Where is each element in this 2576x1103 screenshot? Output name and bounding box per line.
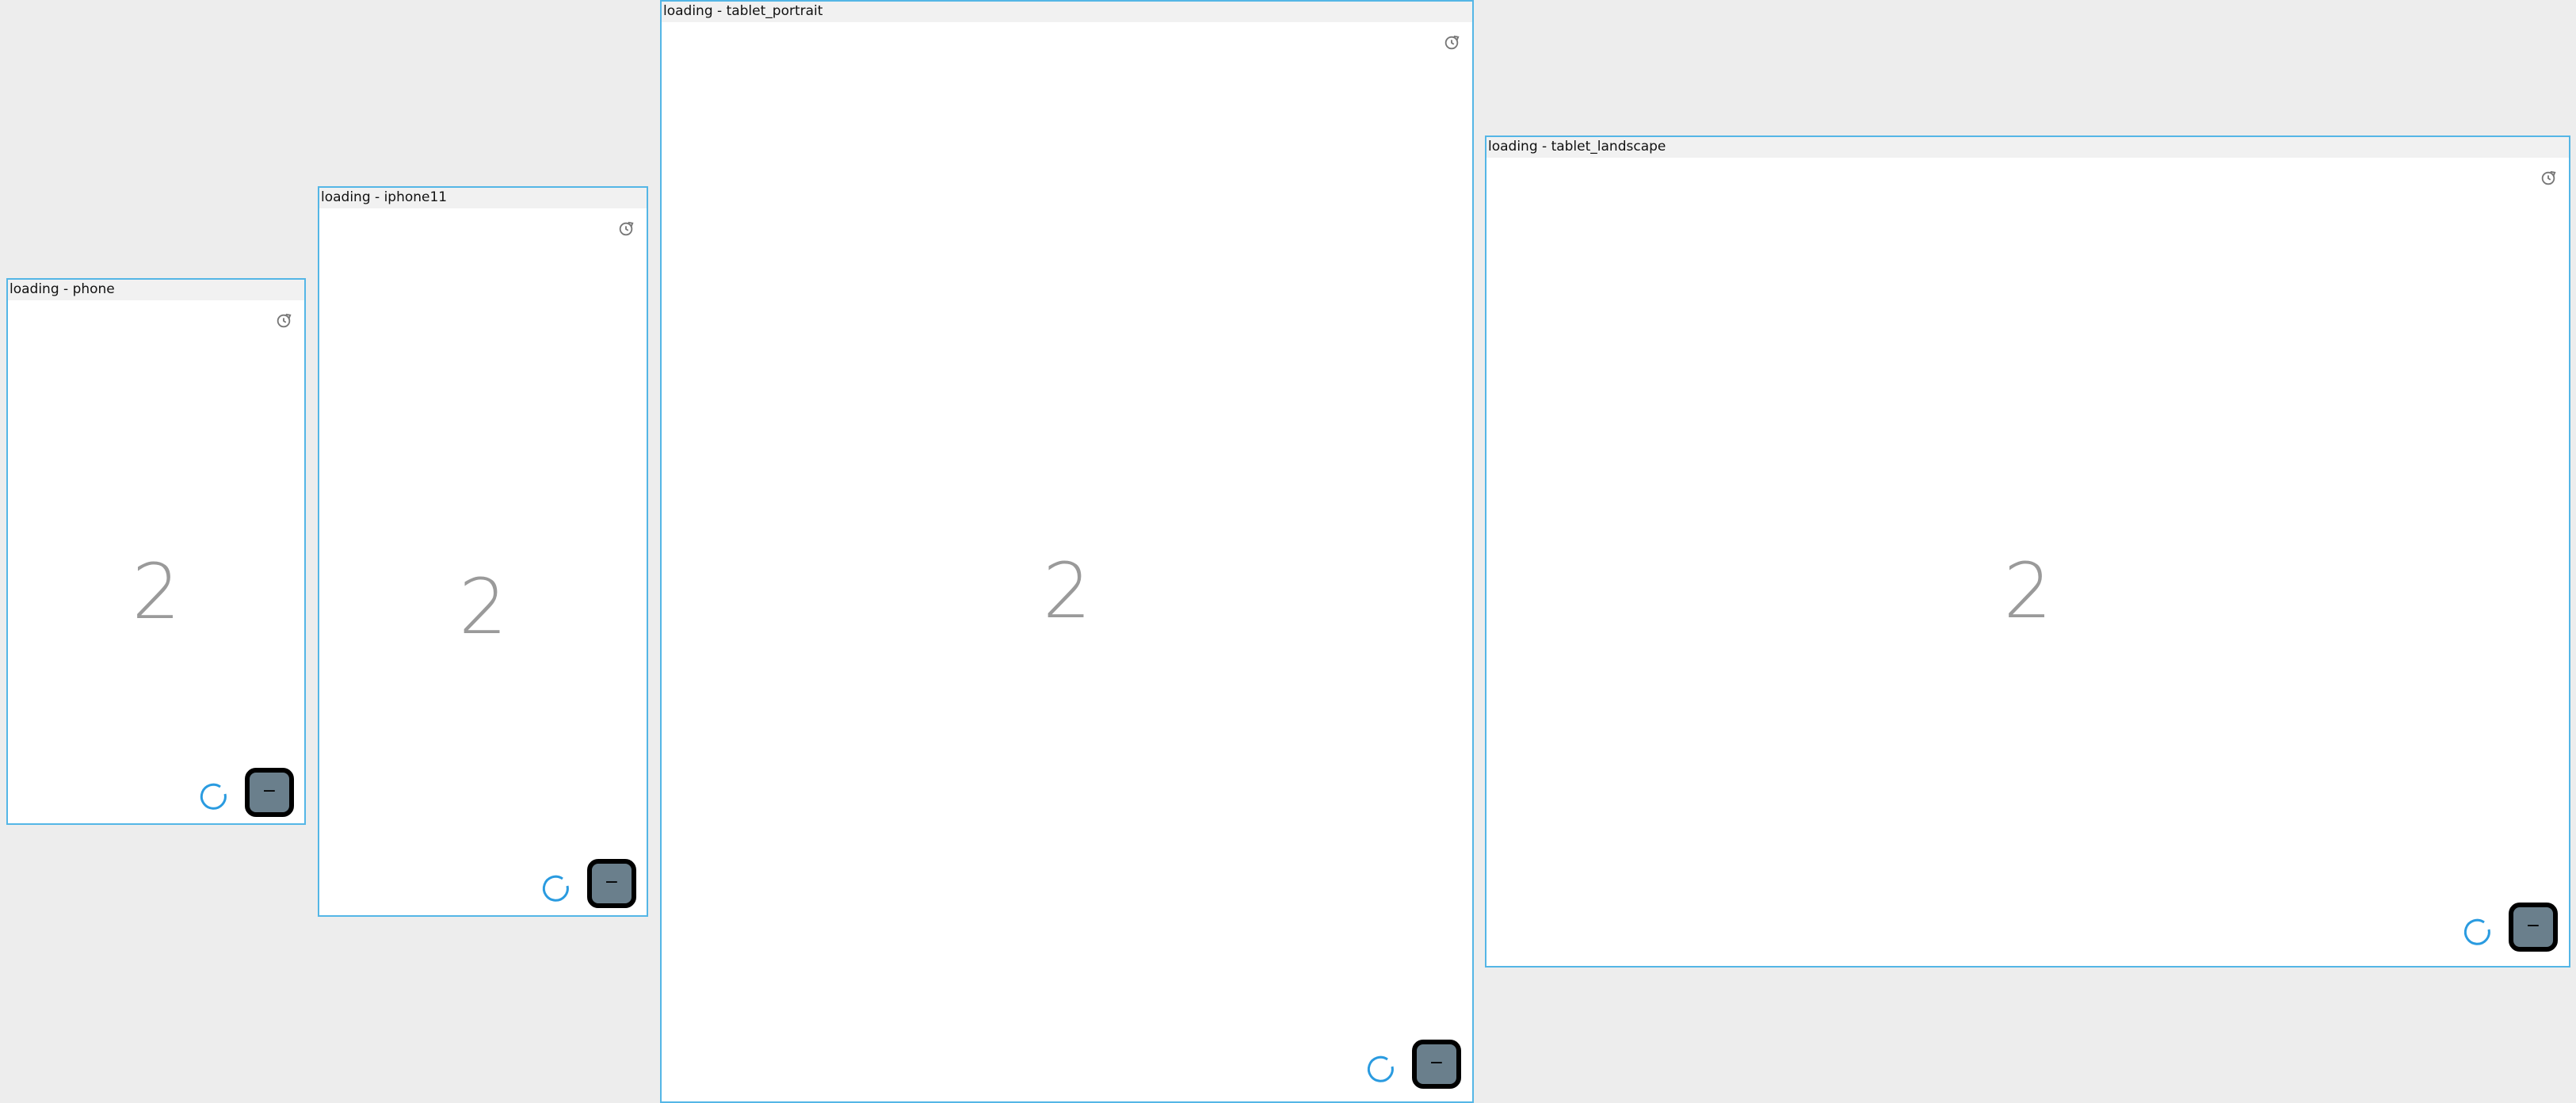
frame-title: loading - phone (8, 280, 304, 300)
frame-title: loading - tablet_landscape (1486, 137, 2569, 158)
preview-frame-iphone11: loading - iphone11 2 − (318, 186, 648, 917)
refresh-icon[interactable] (2540, 170, 2557, 187)
loading-spinner-icon (198, 781, 230, 813)
decrement-button[interactable]: − (1412, 1040, 1461, 1089)
loading-spinner-icon (2462, 917, 2494, 948)
decrement-button[interactable]: − (245, 768, 294, 817)
frame-content: 2 − (8, 300, 304, 823)
preview-frame-phone: loading - phone 2 − (6, 278, 306, 825)
counter-value: 2 (2003, 547, 2052, 635)
refresh-icon[interactable] (1443, 34, 1460, 52)
refresh-icon[interactable] (275, 312, 292, 330)
frame-content: 2 − (662, 22, 1472, 1101)
preview-frame-tablet-portrait: loading - tablet_portrait 2 − (660, 0, 1474, 1103)
counter-value: 2 (132, 548, 181, 636)
counter-value: 2 (458, 563, 508, 651)
loading-spinner-icon (1365, 1054, 1397, 1086)
frame-title: loading - iphone11 (319, 188, 647, 208)
refresh-icon[interactable] (617, 220, 635, 238)
frame-content: 2 − (1486, 158, 2569, 966)
decrement-button[interactable]: − (2509, 903, 2558, 952)
frame-title: loading - tablet_portrait (662, 2, 1472, 22)
decrement-button[interactable]: − (587, 859, 636, 908)
preview-frame-tablet-landscape: loading - tablet_landscape 2 − (1485, 135, 2570, 968)
loading-spinner-icon (540, 873, 572, 905)
frame-content: 2 − (319, 208, 647, 915)
counter-value: 2 (1042, 547, 1092, 635)
